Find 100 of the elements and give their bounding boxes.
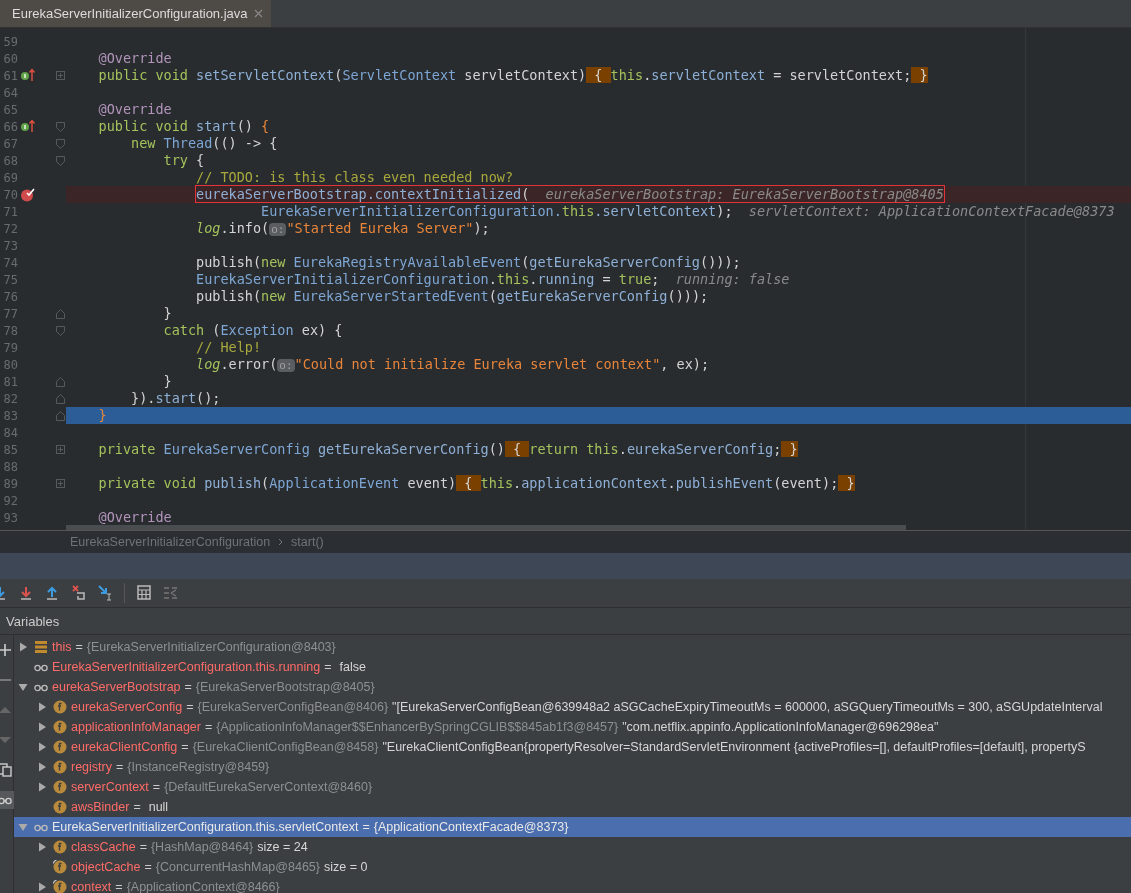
variable-row[interactable]: eurekaServerBootstrap = {EurekaServerBootstrap@8405}: [14, 677, 1131, 697]
code-text: log.info(o:"Started Eureka Server");: [196, 220, 490, 236]
variable-value: size = 0: [324, 860, 368, 874]
expand-arrow-icon[interactable]: [37, 882, 47, 892]
variable-name: context: [71, 880, 112, 893]
variable-name: EurekaServerInitializerConfiguration.this.running: [52, 660, 321, 674]
line-number: 60: [2, 51, 18, 66]
line-number: 77: [2, 306, 18, 321]
final-field-icon: [53, 860, 67, 874]
object-reference: {ApplicationContextFacade@8373}: [373, 820, 569, 834]
code-text: private void publish(ApplicationEvent event) { this.applicationContext.publishEvent(event); }: [98, 475, 855, 491]
expand-arrow-icon[interactable]: [37, 762, 47, 772]
equals-sign: =: [186, 700, 194, 714]
code-text: @Override: [98, 101, 172, 117]
calculator-icon[interactable]: [137, 585, 151, 601]
line-number: 75: [2, 272, 18, 287]
variable-row[interactable]: EurekaServerInitializerConfiguration.this.running = false: [14, 657, 1131, 677]
collapse-arrow-icon[interactable]: [18, 822, 28, 832]
variable-row[interactable]: objectCache = {ConcurrentHashMap@8465} size = 0: [14, 857, 1131, 877]
object-reference: {EurekaServerInitializerConfiguration@8403}: [86, 640, 336, 654]
code-text: // TODO: is this class even needed now?: [196, 169, 514, 185]
variable-value: size = 24: [257, 840, 308, 854]
code-text: EurekaServerInitializerConfiguration.this.running = true;: [196, 271, 660, 287]
code-text: catch (Exception ex) {: [163, 322, 343, 338]
variable-row[interactable]: classCache = {HashMap@8464} size = 24: [14, 837, 1131, 857]
down-arrow-icon[interactable]: [20, 585, 34, 601]
line-number: 81: [2, 374, 18, 389]
variable-name: registry: [71, 760, 112, 774]
equals-sign: =: [324, 660, 332, 674]
variable-row[interactable]: awsBinder = null: [14, 797, 1131, 817]
collapse-arrow-icon[interactable]: [18, 682, 28, 692]
object-reference: {HashMap@8464}: [150, 840, 254, 854]
code-text: }).start();: [131, 390, 221, 406]
variable-row[interactable]: context = {ApplicationContext@8466}: [14, 877, 1131, 893]
line-number: 72: [2, 221, 18, 236]
equals-sign: =: [362, 820, 370, 834]
expand-arrow-icon[interactable]: [37, 842, 47, 852]
expand-arrow-icon[interactable]: [37, 742, 47, 752]
variable-name: classCache: [71, 840, 136, 854]
override-icon[interactable]: [20, 119, 36, 133]
line-number: 84: [2, 425, 18, 440]
code-text: public void start() {: [98, 118, 270, 134]
equals-sign: =: [181, 740, 189, 754]
variable-name: serverContext: [71, 780, 149, 794]
line-number: 64: [2, 85, 18, 100]
line-number: 83: [2, 408, 18, 423]
lines-icon[interactable]: [163, 585, 177, 601]
code-text: @Override: [98, 50, 172, 66]
variable-row[interactable]: eurekaServerConfig = {EurekaServerConfigBean@8406} "[EurekaServerConfigBean@639948a2 aSGCacheExpiryTimeoutMs = 600000, aSGQueryTimeoutMs = 300, aSGUpdateInterval: [14, 697, 1131, 717]
line-number: 82: [2, 391, 18, 406]
variable-row[interactable]: serverContext = {DefaultEurekaServerContext@8460}: [14, 777, 1131, 797]
code-text: }: [163, 305, 172, 321]
object-reference: {EurekaServerBootstrap@8405}: [195, 680, 375, 694]
up-arrow-icon[interactable]: [46, 585, 60, 601]
variable-value: false: [339, 660, 366, 674]
object-reference: {ApplicationContext@8466}: [126, 880, 280, 893]
code-text: public void setServletContext(ServletContext servletContext) { this.servletContext = servletContext; }: [98, 67, 928, 83]
variable-value: "com.netflix.appinfo.ApplicationInfoManager@696298ea": [622, 720, 939, 734]
equals-sign: =: [115, 880, 123, 893]
variable-row[interactable]: EurekaServerInitializerConfiguration.this.servletContext = {ApplicationContextFacade@8373}: [14, 817, 1131, 837]
variable-row[interactable]: eurekaClientConfig = {EurekaClientConfigBean@8458} "EurekaClientConfigBean{propertyResolver=StandardServletEnvironment {activeProfiles=[], defaultProfiles=[default], propertyS: [14, 737, 1131, 757]
line-number: 68: [2, 153, 18, 168]
variable-name: eurekaServerConfig: [71, 700, 183, 714]
variable-name: awsBinder: [71, 800, 130, 814]
variable-name: objectCache: [71, 860, 141, 874]
expand-icon[interactable]: [56, 71, 65, 80]
variable-value: "EurekaClientConfigBean{propertyResolver=StandardServletEnvironment {activeProfiles=[], defaultProfiles=[default], propertyS: [382, 740, 1086, 754]
expand-icon[interactable]: [56, 445, 65, 454]
code-text: EurekaServerInitializerConfiguration.this.servletContext);: [261, 203, 733, 219]
glasses-icon[interactable]: [0, 791, 14, 809]
variable-name: eurekaServerBootstrap: [52, 680, 181, 694]
variable-row[interactable]: applicationInfoManager = {ApplicationInfoManager$$EnhancerBySpringCGLIB$$845ab1f3@8457} "com.netflix.appinfo.ApplicationInfoManager@696298ea": [14, 717, 1131, 737]
override-icon[interactable]: [20, 68, 36, 82]
inline-value-hint: servletContext: ApplicationContextFacade@8373: [748, 203, 1115, 219]
code-text: log.error(o:"Could not initialize Eureka servlet context", ex);: [196, 356, 710, 372]
expand-arrow-icon[interactable]: [37, 722, 47, 732]
code-text: }: [163, 373, 172, 389]
variable-row[interactable]: registry = {InstanceRegistry@8459}: [14, 757, 1131, 777]
field-icon: [53, 720, 67, 734]
expand-icon[interactable]: [56, 479, 65, 488]
expand-arrow-icon[interactable]: [37, 782, 47, 792]
field-icon: [53, 840, 67, 854]
line-number: 65: [2, 102, 18, 117]
expand-arrow-icon[interactable]: [18, 642, 28, 652]
field-icon: [53, 800, 67, 814]
copy-icon[interactable]: [0, 761, 14, 779]
equals-sign: =: [204, 720, 213, 734]
code-text: try {: [163, 152, 205, 168]
close-icon[interactable]: [253, 9, 263, 18]
breakpoint-icon[interactable]: [20, 187, 36, 202]
field-icon: [53, 760, 67, 774]
scrollbar-thumb[interactable]: [66, 525, 906, 530]
variable-row[interactable]: this = {EurekaServerInitializerConfiguration@8403}: [14, 637, 1131, 657]
expand-arrow-icon[interactable]: [37, 702, 47, 712]
editor-tab[interactable]: EurekaServerInitializerConfiguration.java: [0, 0, 271, 27]
line-number: 70: [2, 187, 18, 202]
cross-frame-icon[interactable]: [72, 585, 86, 601]
add-icon[interactable]: [0, 641, 14, 659]
cursor-arrow-icon[interactable]: [98, 585, 112, 601]
code-text: }: [98, 407, 107, 423]
